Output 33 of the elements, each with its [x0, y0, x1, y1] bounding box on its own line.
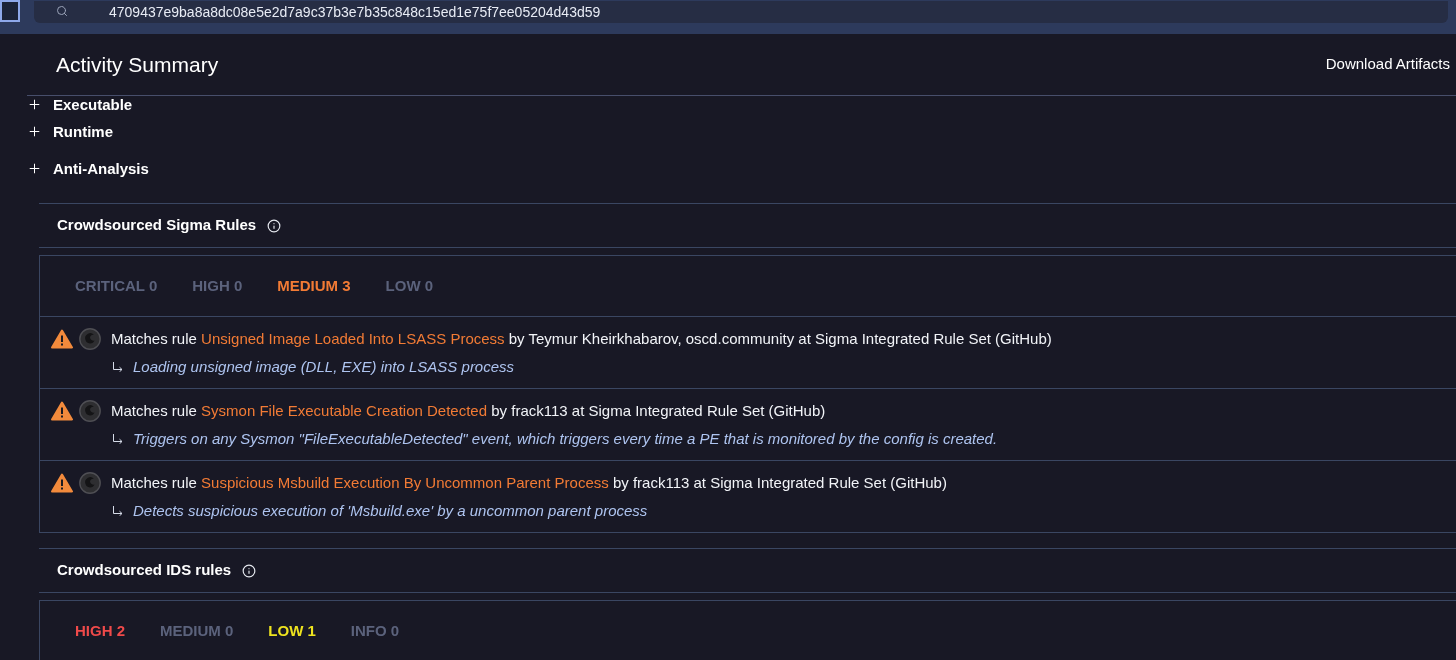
section-heading: Crowdsourced Sigma Rules [57, 215, 257, 236]
expand-row[interactable]: Anti-Analysis [27, 160, 149, 177]
section-heading: Crowdsourced IDS rules [57, 560, 232, 581]
circle-icon [79, 328, 101, 350]
circle-icon [79, 400, 101, 422]
rule-link[interactable]: Sysmon File Executable Creation Detected [201, 401, 488, 419]
search-field[interactable]: 4709437e9ba8a8dc08e5e2d7a9c37b3e7b35c848c15ed1e75f7ee05204d43d59 [34, 1, 1448, 23]
download-link[interactable]: Download Artifacts [1325, 53, 1450, 76]
severity-filter[interactable]: MEDIUM 3 [277, 274, 351, 298]
severity-filter[interactable]: HIGH 2 [75, 619, 125, 643]
search-icon [56, 5, 68, 17]
rule-link[interactable]: Unsigned Image Loaded Into LSASS Process [201, 329, 505, 347]
rule-match-text: Matches rule Suspicious Msbuild Execution By Uncommon Parent Process by frack113 at Sigma Integrated Rule Set (GitHub) [111, 472, 947, 493]
info-icon[interactable] [267, 218, 282, 233]
square-icon[interactable] [0, 0, 20, 22]
return-arrow-icon [112, 434, 123, 444]
rule-description: Detects suspicious execution of 'Msbuild.exe' by a uncommon parent process [133, 500, 648, 521]
rule-description: Loading unsigned image (DLL, EXE) into LSASS process [133, 356, 515, 377]
section-title: Activity Summary [56, 51, 219, 78]
return-arrow-icon [112, 506, 123, 516]
rule-match-text: Matches rule Unsigned Image Loaded Into LSASS Process by Teymur Kheirkhabarov, oscd.community at Sigma Integrated Rule Set (GitHub) [111, 328, 1052, 349]
warning-icon [51, 401, 73, 421]
info-icon[interactable] [242, 563, 257, 578]
circle-icon [79, 472, 101, 494]
rule-match-text: Matches rule Sysmon File Executable Creation Detected by frack113 at Sigma Integrated Rule Set (GitHub) [111, 400, 826, 421]
expand-row[interactable]: Runtime [27, 123, 113, 140]
return-arrow-icon [112, 362, 123, 372]
rule-description: Triggers on any Sysmon "FileExecutableDetected" event, which triggers every time a PE that is monitored by the config is created. [133, 428, 998, 449]
severity-filter[interactable]: LOW 1 [268, 619, 316, 643]
expand-row[interactable]: Executable [27, 96, 133, 113]
warning-icon [51, 473, 73, 493]
warning-icon [51, 329, 73, 349]
rule-link[interactable]: Suspicious Msbuild Execution By Uncommon Parent Process [201, 473, 609, 491]
